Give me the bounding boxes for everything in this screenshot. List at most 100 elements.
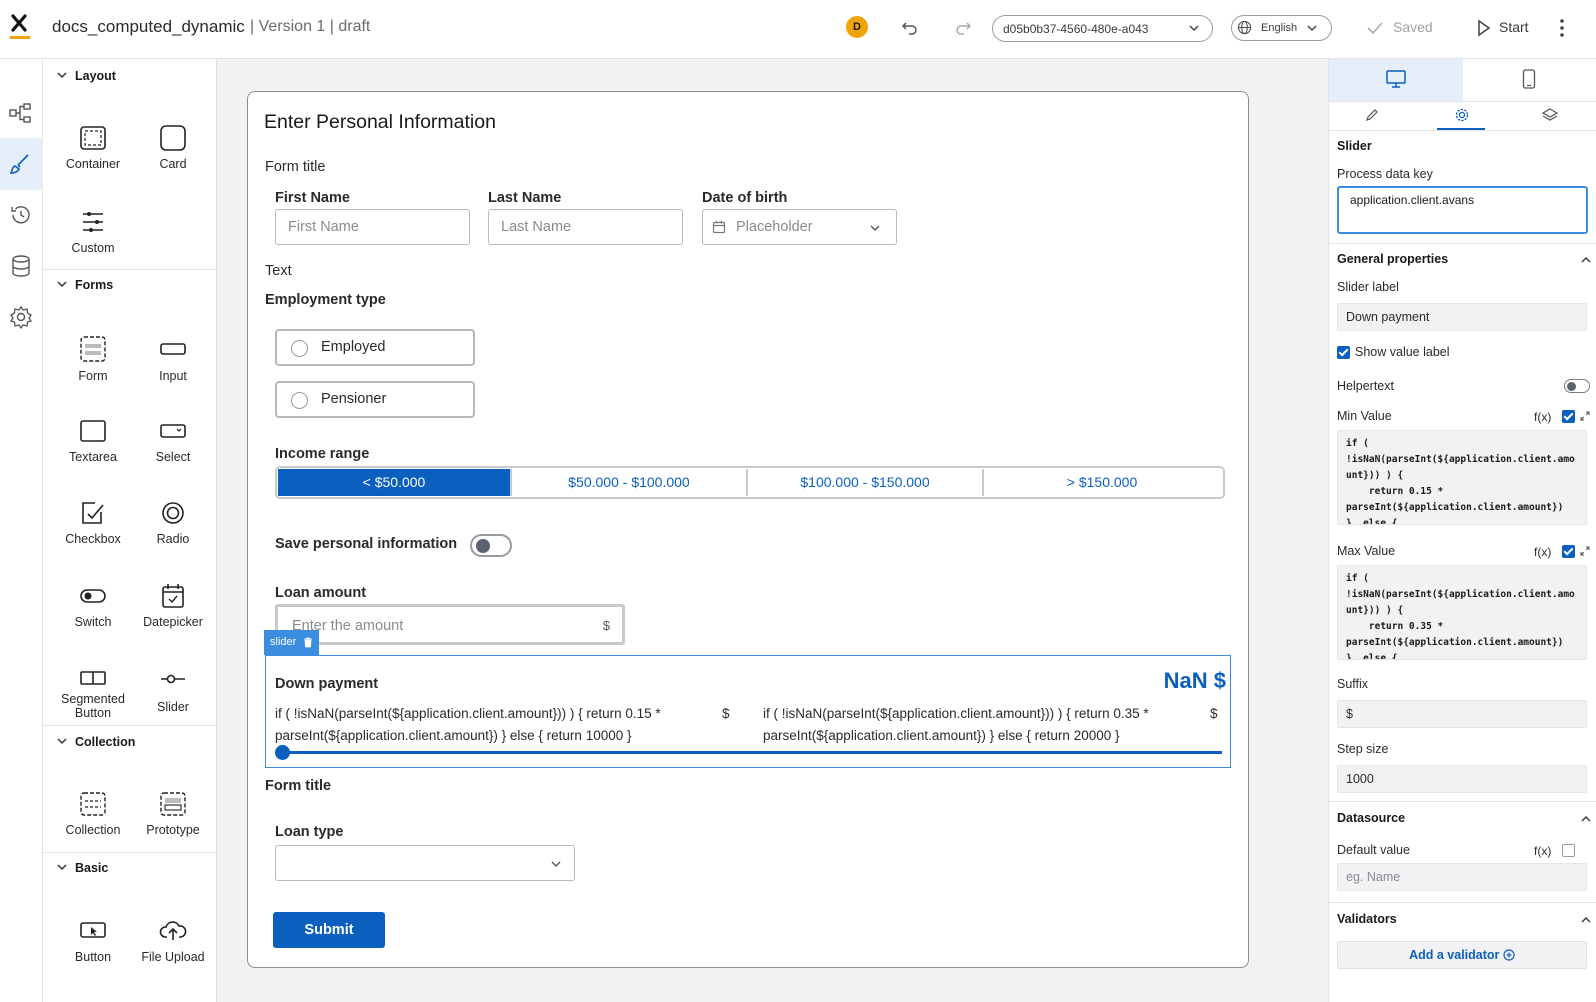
loan-type-select[interactable]	[275, 845, 575, 881]
palette-item-custom[interactable]: Custom	[53, 209, 133, 255]
chevron-down-icon	[57, 281, 67, 288]
slider-min-suffix: $	[722, 706, 730, 721]
min-fx-checkbox[interactable]	[1562, 410, 1575, 423]
slider-label-input[interactable]: Down payment	[1337, 303, 1587, 331]
globe-icon	[1237, 20, 1252, 35]
layers-icon[interactable]	[1542, 107, 1558, 123]
segment-option-1[interactable]: < $50.000	[278, 469, 512, 496]
palette-item-textarea[interactable]: Textarea	[53, 418, 133, 464]
redo-icon[interactable]	[953, 17, 973, 37]
pencil-icon[interactable]	[1365, 108, 1379, 122]
calendar-icon	[712, 221, 726, 234]
paintbrush-icon[interactable]	[7, 150, 35, 178]
divider	[1329, 101, 1596, 102]
add-validator-button[interactable]: Add a validator	[1337, 941, 1587, 969]
undo-icon[interactable]	[900, 17, 920, 37]
step-size-input[interactable]: 1000	[1337, 765, 1587, 793]
loan-amount-input[interactable]: Enter the amount $	[275, 604, 625, 645]
chevron-down-icon	[870, 225, 880, 231]
general-properties-header[interactable]: General properties	[1337, 252, 1448, 266]
palette-item-label: Radio	[156, 532, 190, 546]
radio-pensioner[interactable]: Pensioner	[275, 381, 475, 418]
trash-icon[interactable]	[303, 637, 313, 648]
palette-item-label: Switch	[74, 615, 112, 629]
first-name-input[interactable]: First Name	[275, 209, 470, 245]
expand-icon[interactable]	[1580, 546, 1590, 556]
show-value-label-checkbox[interactable]	[1337, 346, 1350, 359]
palette-item-container[interactable]: Container	[53, 125, 133, 171]
save-personal-info-switch[interactable]	[470, 534, 512, 557]
palette-item-button[interactable]: Button	[53, 918, 133, 964]
gear-icon[interactable]	[1454, 107, 1470, 123]
section-layout[interactable]: Layout	[55, 69, 116, 83]
palette-item-checkbox[interactable]: Checkbox	[53, 500, 133, 546]
palette-item-collection[interactable]: Collection	[53, 791, 133, 837]
palette-item-input[interactable]: Input	[133, 335, 213, 383]
properties-panel: Slider Process data key application.clie…	[1328, 59, 1596, 1002]
income-range-segmented: < $50.000 $50.000 - $100.000 $100.000 - …	[275, 466, 1225, 499]
slider-thumb[interactable]	[274, 745, 290, 760]
palette-item-radio[interactable]: Radio	[133, 500, 213, 546]
palette-item-file-upload[interactable]: File Upload	[133, 918, 213, 964]
chevron-up-icon[interactable]	[1581, 814, 1591, 824]
section-collection[interactable]: Collection	[55, 735, 135, 749]
process-tree-icon[interactable]	[7, 99, 35, 127]
default-value-input[interactable]: eg. Name	[1337, 863, 1587, 891]
date-of-birth-label: Date of birth	[702, 190, 788, 206]
segment-option-4[interactable]: > $150.000	[984, 469, 1220, 496]
process-instance-select[interactable]: d05b0b37-4560-480e-a043	[992, 15, 1213, 42]
max-value-code[interactable]: if ( !isNaN(parseInt(${application.clien…	[1337, 565, 1587, 660]
last-name-input[interactable]: Last Name	[488, 209, 683, 245]
process-key-input[interactable]: application.client.avans	[1337, 186, 1588, 234]
slider-selection-tag[interactable]: slider	[264, 630, 319, 655]
validators-header[interactable]: Validators	[1337, 912, 1397, 926]
settings-icon[interactable]	[7, 303, 35, 331]
chevron-up-icon[interactable]	[1581, 915, 1591, 925]
palette-item-select[interactable]: Select	[133, 418, 213, 464]
palette-item-card[interactable]: Card	[133, 125, 213, 171]
switch-knob	[1567, 381, 1576, 391]
radio-label: Pensioner	[321, 391, 387, 407]
chevron-up-icon[interactable]	[1581, 255, 1591, 265]
helpertext-switch[interactable]	[1564, 379, 1590, 393]
employment-type-label: Employment type	[265, 292, 386, 308]
palette-item-slider[interactable]: Slider	[133, 668, 213, 714]
datasource-header[interactable]: Datasource	[1337, 811, 1405, 825]
avatar[interactable]: D	[846, 16, 868, 38]
section-basic[interactable]: Basic	[55, 861, 108, 875]
first-name-placeholder: First Name	[288, 219, 359, 235]
palette-item-label: Form	[78, 369, 108, 383]
radio-employed[interactable]: Employed	[275, 329, 475, 366]
slider-track[interactable]	[282, 751, 1222, 754]
palette-item-prototype[interactable]: Prototype	[133, 791, 213, 837]
chevron-down-icon	[1189, 25, 1199, 32]
logo-icon[interactable]	[8, 12, 32, 40]
palette-item-datepicker[interactable]: Datepicker	[133, 583, 213, 629]
palette-item-form[interactable]: Form	[53, 335, 133, 383]
segment-option-2[interactable]: $50.000 - $100.000	[512, 469, 748, 496]
section-basic-label: Basic	[75, 861, 109, 875]
submit-button[interactable]: Submit	[273, 912, 385, 948]
chevron-down-icon	[551, 861, 561, 867]
max-fx-checkbox[interactable]	[1562, 545, 1575, 558]
date-of-birth-picker[interactable]: Placeholder	[702, 209, 897, 245]
section-forms[interactable]: Forms	[55, 278, 113, 292]
palette-item-switch[interactable]: Switch	[53, 583, 133, 629]
min-value-code[interactable]: if ( !isNaN(parseInt(${application.clien…	[1337, 430, 1587, 525]
container-icon	[80, 126, 106, 150]
suffix-input[interactable]: $	[1337, 700, 1587, 728]
document-name: docs_computed_dynamic	[52, 17, 245, 36]
default-fx-checkbox[interactable]	[1562, 844, 1575, 857]
play-icon[interactable]	[1476, 19, 1492, 37]
database-icon[interactable]	[7, 252, 35, 280]
more-icon[interactable]	[1558, 17, 1566, 39]
segment-option-3[interactable]: $100.000 - $150.000	[748, 469, 984, 496]
page-title: Enter Personal Information	[264, 111, 496, 133]
component-palette: Layout Container Card Custom Forms Form …	[43, 59, 217, 1002]
last-name-label: Last Name	[488, 190, 562, 206]
palette-item-segmented-button[interactable]: Segmented Button	[53, 668, 133, 720]
history-icon[interactable]	[7, 201, 35, 229]
start-button[interactable]: Start	[1499, 19, 1529, 35]
expand-icon[interactable]	[1580, 411, 1590, 421]
textarea-icon	[80, 420, 106, 442]
